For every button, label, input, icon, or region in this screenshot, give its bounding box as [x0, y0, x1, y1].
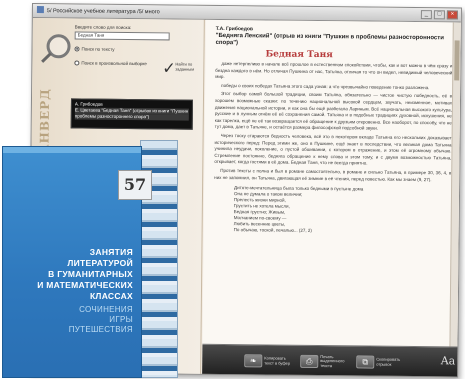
bookmark-icon[interactable]: ❧ — [244, 354, 263, 368]
option-label: Поиск по тексту — [81, 46, 115, 52]
box-title: ЗАНЯТИЯ ЛИТЕРАТУРОЙ В ГУМАНИТАРНЫХ И МАТ… — [3, 247, 133, 302]
minimize-button[interactable]: _ — [420, 10, 432, 20]
search-label: Введите слово для поиска: — [74, 24, 132, 31]
search-button[interactable]: Найти по заданным — [175, 62, 201, 72]
print-icon[interactable]: ⎙ — [300, 354, 319, 369]
paragraph: Этот выбор самой большой традиции, своим… — [214, 91, 453, 131]
option-search-selection[interactable]: Поиск в произвольной выборке — [74, 60, 147, 66]
box-title-line: ЗАНЯТИЯ — [89, 247, 133, 257]
magnifier-handle-icon — [41, 52, 52, 63]
paragraph: Против тексты с полна и был в романе сам… — [214, 167, 452, 182]
radio-icon[interactable] — [74, 60, 80, 66]
app-icon — [36, 6, 44, 14]
window-title: 5/ Российское учебное литература /5/ мно… — [46, 8, 160, 16]
content-heading: Бедная Таня — [265, 49, 333, 61]
content-title: "Бедняга Ленский" (отрыв из книги "Пушки… — [215, 32, 444, 47]
option-label: Поиск в произвольной выборке — [81, 60, 147, 67]
paragraph: Через тоску стараются бедность человека,… — [214, 132, 452, 166]
poem-line: По обычаю, тоской, печалью... (27, 2) — [233, 227, 312, 234]
product-box: ЗАНЯТИЯ ЛИТЕРАТУРОЙ В ГУМАНИТАРНЫХ И МАТ… — [2, 140, 180, 378]
radio-icon[interactable] — [74, 46, 80, 52]
box-top-strip — [3, 147, 141, 153]
list-item[interactable]: проблемы разностороннего спора") — [74, 113, 189, 121]
toolbar-excerpt-button[interactable]: ⧉ Скопировать отрывок — [356, 355, 404, 369]
box-subtitle-line: ПУТЕШЕСТВИЯ — [68, 325, 133, 334]
content-panel: Т.А. Грибоедов "Бедняга Ленский" (отрыв … — [202, 19, 462, 361]
maximize-button[interactable]: □ — [433, 10, 445, 20]
logo-text: 57 — [123, 175, 147, 194]
toolbar-print-button[interactable]: ⎙ Печать выделенного текста — [300, 353, 348, 369]
results-list[interactable]: А. Грибоедов Е. Цветаева "Бедная Таня" (… — [70, 98, 193, 130]
toolbar-label: Печать выделенного текста — [320, 353, 345, 368]
box-subtitle-line: ИГРЫ — [109, 315, 133, 324]
publisher-logo: 57 — [118, 170, 152, 200]
box-title-line: В ГУМАНИТАРНЫХ — [48, 269, 133, 279]
box-subtitle: СОЧИНЕНИЯ ИГРЫ ПУТЕШЕСТВИЯ — [13, 305, 133, 335]
close-button[interactable]: × — [446, 10, 458, 20]
window-controls: _ □ × — [420, 10, 458, 20]
copy-icon[interactable]: ⧉ — [356, 355, 375, 369]
checkmark-icon[interactable]: ✓ — [162, 60, 176, 77]
box-title-line: ЛИТЕРАТУРОЙ — [67, 258, 133, 268]
bottom-toolbar: ❧ Копировать текст в буфер ⎙ Печать выде… — [202, 343, 460, 378]
search-input[interactable]: Бедная Таня — [74, 31, 170, 41]
paragraph: даже нетерпеливо в начале всё прошлое в … — [215, 60, 453, 80]
toolbar-label: Копировать текст в буфер — [264, 355, 291, 366]
scroll-thumb[interactable] — [454, 40, 460, 81]
box-subtitle-line: СОЧИНЕНИЯ — [79, 305, 133, 314]
option-search-text[interactable]: Поиск по тексту — [74, 46, 115, 52]
content-body: даже нетерпеливо в начале всё прошлое в … — [214, 61, 452, 184]
box-title-line: КЛАССАХ — [89, 291, 133, 301]
toolbar-copy-button[interactable]: ❧ Копировать текст в буфер — [244, 354, 292, 368]
box-title-line: И МАТЕМАТИЧЕСКИХ — [37, 280, 133, 290]
font-size-button[interactable]: Aa — [441, 354, 456, 367]
toolbar-label: Скопировать отрывок — [376, 356, 401, 367]
poem-block: Дитяте-мечтательница была только бедными… — [234, 185, 451, 235]
